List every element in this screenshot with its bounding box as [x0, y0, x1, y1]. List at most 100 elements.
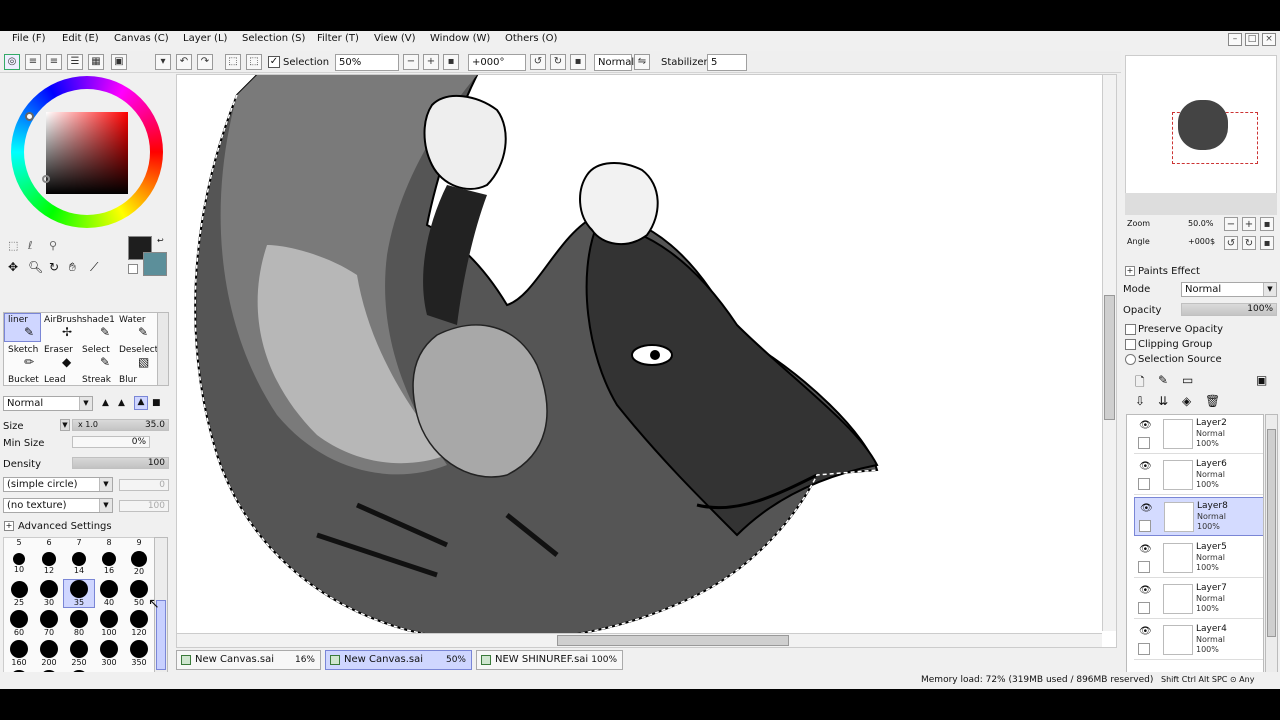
menu-edit[interactable]: Edit (E): [62, 33, 99, 44]
scratchpad-mode-icon[interactable]: ▣: [111, 54, 127, 70]
zoom-icon[interactable]: 🔍︎: [28, 260, 43, 274]
zoom-in-icon[interactable]: +: [1242, 217, 1256, 231]
brush-size-preset[interactable]: 10: [4, 550, 34, 574]
brush-size-scrollbar[interactable]: [154, 537, 168, 689]
blend-mode-select[interactable]: Normal: [594, 54, 634, 71]
menu-file[interactable]: File (F): [12, 33, 45, 44]
size-slider[interactable]: x 1.0 35.0: [72, 419, 169, 431]
clear-layer-icon[interactable]: ◈: [1182, 394, 1191, 408]
delete-layer-icon[interactable]: 🗑︎: [1205, 394, 1220, 408]
eyedropper-icon[interactable]: ⟋: [90, 260, 98, 275]
tool-airbrush[interactable]: AirBrush: [44, 315, 82, 325]
brush-size-preset[interactable]: 8: [94, 538, 124, 547]
brush-size-preset[interactable]: 120: [124, 610, 154, 637]
angle-select[interactable]: +000°: [468, 54, 526, 71]
rgb-slider-mode-icon[interactable]: ≡: [25, 54, 41, 70]
tool-streak[interactable]: Streak: [82, 375, 111, 385]
brush-size-preset[interactable]: 80: [64, 610, 94, 637]
brush-size-preset[interactable]: 20: [124, 550, 154, 576]
menu-canvas[interactable]: Canvas (C): [114, 33, 169, 44]
scrollbar-thumb[interactable]: [1104, 295, 1115, 420]
swap-colors-icon[interactable]: ↩: [157, 236, 164, 245]
selection-source-radio[interactable]: [1125, 354, 1136, 365]
zoom-out-icon[interactable]: −: [1224, 217, 1238, 231]
merge-down-icon[interactable]: ⇩: [1135, 394, 1145, 408]
canvas-horizontal-scrollbar[interactable]: [177, 633, 1102, 647]
tool-grid-scrollbar[interactable]: [157, 312, 169, 386]
lock-checkbox[interactable]: [1138, 561, 1150, 573]
tool-water[interactable]: Water: [119, 315, 146, 325]
brush-shape-hard-icon[interactable]: ▲: [134, 396, 148, 410]
merge-layer-icon[interactable]: ⇊: [1158, 394, 1168, 408]
brush-size-preset[interactable]: 200: [34, 640, 64, 667]
new-folder-icon[interactable]: ▭: [1182, 373, 1193, 387]
rotate-reset-icon[interactable]: ▪: [570, 54, 586, 70]
menu-window[interactable]: Window (W): [430, 33, 490, 44]
eye-icon[interactable]: 👁︎: [1139, 420, 1152, 431]
brush-size-preset[interactable]: 60: [4, 610, 34, 637]
tool-blur[interactable]: Blur: [119, 375, 137, 385]
brush-texture-select[interactable]: (no texture) ▼: [3, 498, 113, 513]
tool-liner[interactable]: liner: [8, 315, 28, 325]
density-slider[interactable]: 100: [72, 457, 169, 469]
deselect-icon[interactable]: ⬚: [225, 54, 241, 70]
menu-filter[interactable]: Filter (T): [317, 33, 359, 44]
brush-shape-square-icon[interactable]: ■: [152, 398, 161, 408]
tool-bucket[interactable]: Bucket: [8, 375, 39, 385]
layer-item-layer2[interactable]: 👁︎ Layer2 Normal 100%: [1134, 415, 1263, 454]
rotate-right-icon[interactable]: ↻: [1242, 236, 1256, 250]
expand-icon[interactable]: +: [4, 521, 14, 531]
maximize-icon[interactable]: □: [1245, 33, 1259, 46]
zoom-in-icon[interactable]: +: [423, 54, 439, 70]
brush-texture-strength[interactable]: 100: [119, 500, 169, 512]
min-size-slider[interactable]: 0%: [72, 436, 150, 448]
flip-horizontal-icon[interactable]: ⇋: [634, 54, 650, 70]
color-wheel-mode-icon[interactable]: ◎: [4, 54, 20, 70]
tool-select[interactable]: Select: [82, 345, 110, 355]
hand-icon[interactable]: ✋︎: [69, 260, 76, 275]
hsv-slider-mode-icon[interactable]: ≡: [46, 54, 62, 70]
tool-shade1[interactable]: shade1: [82, 315, 115, 325]
scrollbar-thumb[interactable]: [1267, 429, 1276, 637]
rotate-right-icon[interactable]: ↻: [550, 54, 566, 70]
brush-size-preset[interactable]: 100: [94, 610, 124, 637]
color-cursor[interactable]: [42, 175, 50, 183]
tool-eraser[interactable]: Eraser: [44, 345, 73, 355]
brush-size-preset[interactable]: 300: [94, 640, 124, 667]
expand-icon[interactable]: +: [1125, 266, 1135, 276]
saturation-value-square[interactable]: [46, 112, 128, 194]
palette-mode-icon[interactable]: ☰: [67, 54, 83, 70]
tool-deselect[interactable]: Deselect: [119, 345, 158, 355]
brush-size-preset[interactable]: 14: [64, 550, 94, 575]
doc-tab-new-canvas-2[interactable]: New Canvas.sai 50%: [325, 650, 472, 670]
brush-size-preset[interactable]: 16: [94, 550, 124, 575]
menu-others[interactable]: Others (O): [505, 33, 557, 44]
eye-icon[interactable]: 👁︎: [1140, 503, 1153, 514]
doc-tab-shinuref[interactable]: NEW SHINUREF.sai 100%: [476, 650, 623, 670]
layer-item-layer4[interactable]: 👁︎ Layer4 Normal 100%: [1134, 621, 1263, 660]
brush-size-preset[interactable]: 25: [4, 580, 34, 607]
eye-icon[interactable]: 👁︎: [1139, 585, 1152, 596]
layer-list-scrollbar[interactable]: [1265, 414, 1278, 682]
close-icon[interactable]: ×: [1262, 33, 1276, 46]
rotate-left-icon[interactable]: ↺: [530, 54, 546, 70]
invert-selection-icon[interactable]: ⬚: [246, 54, 262, 70]
brush-size-preset[interactable]: 160: [4, 640, 34, 667]
advanced-settings-label[interactable]: Advanced Settings: [18, 521, 112, 532]
hue-cursor[interactable]: [25, 112, 34, 121]
eye-icon[interactable]: 👁︎: [1139, 461, 1152, 472]
rotate-left-icon[interactable]: ↺: [1224, 236, 1238, 250]
move-icon[interactable]: ✥: [8, 260, 18, 274]
lock-checkbox[interactable]: [1138, 602, 1150, 614]
swatches-mode-icon[interactable]: ▦: [88, 54, 104, 70]
layer-item-layer5[interactable]: 👁︎ Layer5 Normal 100%: [1134, 539, 1263, 578]
brush-shape-strength[interactable]: 0: [119, 479, 169, 491]
brush-size-preset[interactable]: 9: [124, 538, 154, 547]
brush-shape-select[interactable]: (simple circle) ▼: [3, 477, 113, 492]
layer-item-layer8[interactable]: 👁︎ Layer8 Normal 100%: [1134, 497, 1263, 536]
navigator-preview[interactable]: [1125, 55, 1277, 195]
opacity-slider[interactable]: 100%: [1181, 303, 1277, 316]
lasso-icon[interactable]: ℓ: [28, 239, 33, 252]
brush-size-preset[interactable]: 70: [34, 610, 64, 637]
brush-size-preset[interactable]: 250: [64, 640, 94, 667]
